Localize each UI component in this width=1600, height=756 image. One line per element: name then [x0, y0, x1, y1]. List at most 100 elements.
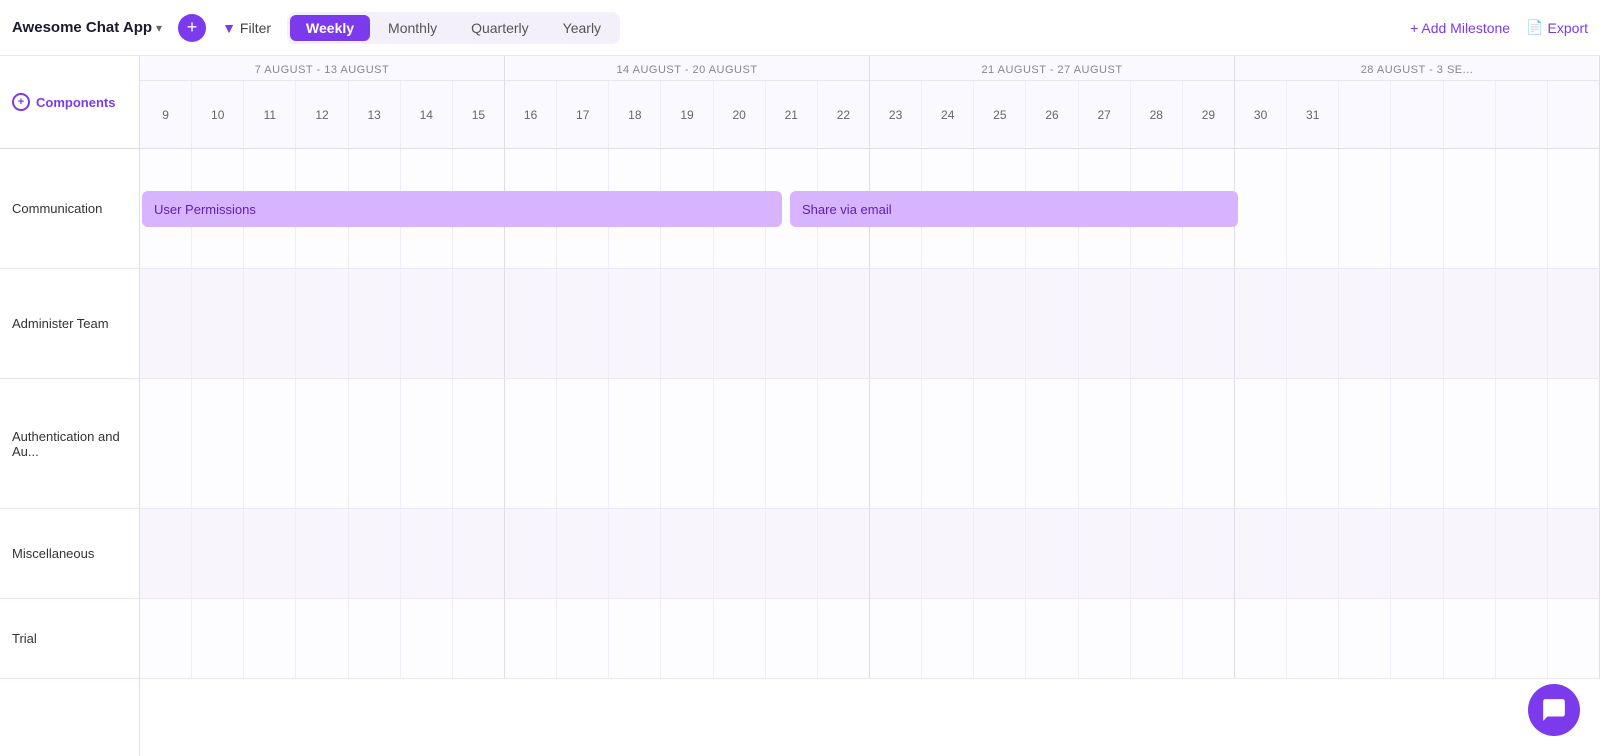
- day-23: 23: [870, 81, 922, 148]
- week-col-trial-2: [870, 599, 1235, 678]
- day-26: 26: [1026, 81, 1078, 148]
- week-col-auth-2: [870, 379, 1235, 508]
- add-milestone-label: + Add Milestone: [1410, 20, 1510, 36]
- gantt-grid: 7 AUGUST - 13 AUGUST 9 10 11 12 13 14 15…: [140, 56, 1600, 756]
- app-name-container: Awesome Chat App ▾: [12, 19, 162, 36]
- gantt-container: + Components Communication Administer Te…: [0, 56, 1600, 756]
- row-label-communication: Communication: [0, 149, 139, 269]
- week-col-trial-0: [140, 599, 505, 678]
- day-empty5: [1548, 81, 1599, 148]
- week-col-trial-1: [505, 599, 870, 678]
- day-empty4: [1496, 81, 1548, 148]
- view-tabs: Weekly Monthly Quarterly Yearly: [287, 12, 620, 44]
- day-28: 28: [1131, 81, 1183, 148]
- week-col-misc-0: [140, 509, 505, 598]
- toolbar: Awesome Chat App ▾ + ▼ Filter Weekly Mon…: [0, 0, 1600, 56]
- row-administer-team: [140, 269, 1600, 379]
- week-col-auth-3: [1235, 379, 1600, 508]
- day-30: 30: [1235, 81, 1287, 148]
- day-12: 12: [296, 81, 348, 148]
- export-button[interactable]: 📄 Export: [1526, 19, 1588, 36]
- week-col-at-1: [505, 269, 870, 378]
- tab-weekly[interactable]: Weekly: [290, 15, 370, 41]
- day-13: 13: [349, 81, 401, 148]
- day-22: 22: [818, 81, 869, 148]
- day-numbers-2: 23 24 25 26 27 28 29: [870, 81, 1234, 148]
- day-11: 11: [244, 81, 296, 148]
- task-share-via-email-label: Share via email: [802, 202, 892, 217]
- week-col-misc-2: [870, 509, 1235, 598]
- tab-monthly[interactable]: Monthly: [372, 15, 453, 41]
- week-col-auth-1: [505, 379, 870, 508]
- day-empty2: [1391, 81, 1443, 148]
- day-21: 21: [766, 81, 818, 148]
- row-communication: User Permissions Share via email: [140, 149, 1600, 269]
- day-31: 31: [1287, 81, 1339, 148]
- day-27: 27: [1079, 81, 1131, 148]
- day-15: 15: [453, 81, 504, 148]
- components-header: + Components: [0, 56, 139, 149]
- row-trial: [140, 599, 1600, 679]
- app-name: Awesome Chat App: [12, 19, 152, 36]
- day-10: 10: [192, 81, 244, 148]
- task-share-via-email[interactable]: Share via email: [790, 191, 1238, 227]
- components-label: Components: [36, 95, 115, 110]
- week-label-3: 28 AUGUST - 3 SE...: [1235, 56, 1599, 81]
- week-col-auth-0: [140, 379, 505, 508]
- gantt-body: User Permissions Share via email: [140, 149, 1600, 679]
- week-col-at-0: [140, 269, 505, 378]
- row-miscellaneous: [140, 509, 1600, 599]
- task-user-permissions-label: User Permissions: [154, 202, 256, 217]
- add-button[interactable]: +: [178, 14, 206, 42]
- week-label-0: 7 AUGUST - 13 AUGUST: [140, 56, 504, 81]
- task-user-permissions[interactable]: User Permissions: [142, 191, 782, 227]
- day-16: 16: [505, 81, 557, 148]
- week-group-3: 28 AUGUST - 3 SE... 30 31: [1235, 56, 1600, 148]
- chat-icon: [1541, 697, 1567, 723]
- day-20: 20: [714, 81, 766, 148]
- row-label-trial: Trial: [0, 599, 139, 679]
- toolbar-right: + Add Milestone 📄 Export: [1410, 19, 1588, 36]
- week-col-at-3: [1235, 269, 1600, 378]
- week-label-2: 21 AUGUST - 27 AUGUST: [870, 56, 1234, 81]
- export-label: Export: [1548, 20, 1588, 36]
- day-18: 18: [609, 81, 661, 148]
- chat-bubble[interactable]: [1528, 684, 1580, 736]
- week-col-misc-3: [1235, 509, 1600, 598]
- day-empty1: [1339, 81, 1391, 148]
- row-label-authentication: Authentication and Au...: [0, 379, 139, 509]
- week-col-at-2: [870, 269, 1235, 378]
- components-icon: +: [12, 93, 30, 111]
- export-icon: 📄: [1526, 19, 1543, 36]
- filter-button[interactable]: ▼ Filter: [222, 20, 271, 36]
- add-milestone-button[interactable]: + Add Milestone: [1410, 20, 1510, 36]
- row-label-miscellaneous: Miscellaneous: [0, 509, 139, 599]
- row-label-administer-team: Administer Team: [0, 269, 139, 379]
- tab-quarterly[interactable]: Quarterly: [455, 15, 545, 41]
- week-group-0: 7 AUGUST - 13 AUGUST 9 10 11 12 13 14 15: [140, 56, 505, 148]
- tab-yearly[interactable]: Yearly: [547, 15, 617, 41]
- row-authentication: [140, 379, 1600, 509]
- day-17: 17: [557, 81, 609, 148]
- filter-icon: ▼: [222, 20, 236, 36]
- day-numbers-0: 9 10 11 12 13 14 15: [140, 81, 504, 148]
- filter-label: Filter: [240, 20, 271, 36]
- day-numbers-1: 16 17 18 19 20 21 22: [505, 81, 869, 148]
- day-24: 24: [922, 81, 974, 148]
- week-col-trial-3: [1235, 599, 1600, 678]
- day-empty3: [1444, 81, 1496, 148]
- gantt-header: 7 AUGUST - 13 AUGUST 9 10 11 12 13 14 15…: [140, 56, 1600, 149]
- day-numbers-3: 30 31: [1235, 81, 1599, 148]
- day-19: 19: [661, 81, 713, 148]
- week-group-1: 14 AUGUST - 20 AUGUST 16 17 18 19 20 21 …: [505, 56, 870, 148]
- day-14: 14: [401, 81, 453, 148]
- chevron-down-icon: ▾: [156, 21, 162, 35]
- day-29: 29: [1183, 81, 1234, 148]
- week-group-2: 21 AUGUST - 27 AUGUST 23 24 25 26 27 28 …: [870, 56, 1235, 148]
- gantt-labels: + Components Communication Administer Te…: [0, 56, 140, 756]
- week-col-misc-1: [505, 509, 870, 598]
- week-label-1: 14 AUGUST - 20 AUGUST: [505, 56, 869, 81]
- week-col-comm-3: [1235, 149, 1600, 268]
- day-25: 25: [974, 81, 1026, 148]
- day-9: 9: [140, 81, 192, 148]
